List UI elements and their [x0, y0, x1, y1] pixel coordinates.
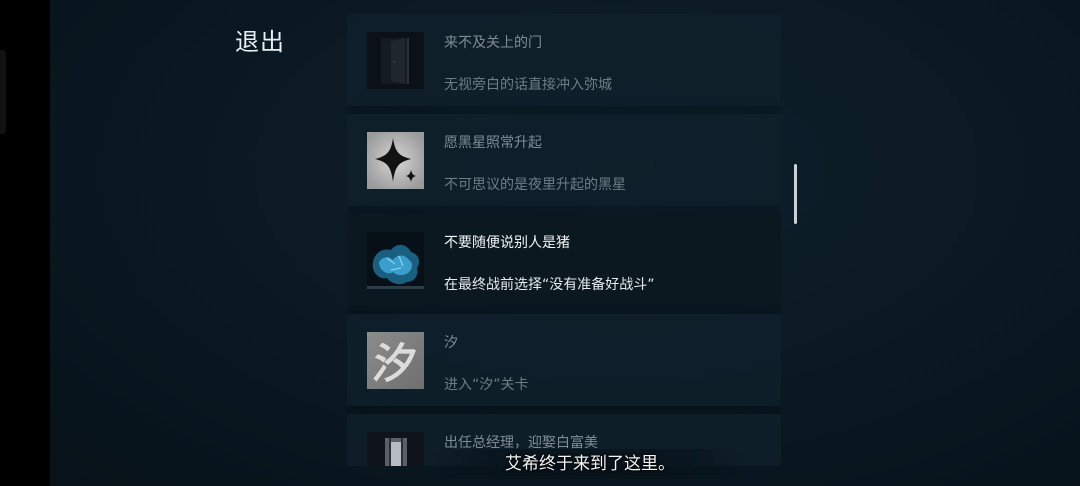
achievement-description: 无视旁白的话直接冲入弥城: [444, 77, 612, 93]
door-icon: [367, 32, 424, 89]
xi-character-glyph: 汐: [370, 339, 420, 388]
list-scrollbar[interactable]: [794, 164, 797, 224]
achievements-panel: 退出 来不及关上的门 无视旁白的话直接冲入弥城 愿黑星照常升起 不可思议的是夜里…: [50, 0, 1080, 486]
exit-button[interactable]: 退出: [235, 22, 285, 57]
achievement-list[interactable]: 来不及关上的门 无视旁白的话直接冲入弥城 愿黑星照常升起 不可思议的是夜里升起的…: [347, 14, 781, 466]
achievement-description: 不可思议的是夜里升起的黑星: [444, 177, 626, 193]
edge-gesture-handle[interactable]: [0, 50, 6, 134]
achievement-item-selected[interactable]: 不要随便说别人是猪 在最终战前选择“没有准备好战斗”: [347, 214, 781, 306]
blue-pig-icon: [367, 232, 424, 289]
achievement-description: 在最终战前选择“没有准备好战斗”: [444, 277, 655, 293]
left-black-bar: [0, 0, 50, 486]
narration-subtitle: 艾希终于来到了这里。: [430, 449, 750, 479]
achievement-item[interactable]: 来不及关上的门 无视旁白的话直接冲入弥城: [347, 14, 781, 106]
achievement-item[interactable]: 愿黑星照常升起 不可思议的是夜里升起的黑星: [347, 114, 781, 206]
black-star-icon: [367, 132, 424, 189]
achievement-title: 汐: [444, 335, 458, 351]
achievement-title: 愿黑星照常升起: [444, 135, 542, 151]
achievement-title: 来不及关上的门: [444, 35, 542, 51]
achievement-description: 进入“汐”关卡: [444, 377, 529, 393]
xi-character-icon: 汐: [367, 332, 424, 389]
game-screen: 退出 来不及关上的门 无视旁白的话直接冲入弥城 愿黑星照常升起 不可思议的是夜里…: [0, 0, 1080, 486]
achievement-title: 不要随便说别人是猪: [444, 235, 570, 251]
lit-doorway-icon: [367, 432, 424, 466]
achievement-item[interactable]: 汐 汐 进入“汐”关卡: [347, 314, 781, 406]
